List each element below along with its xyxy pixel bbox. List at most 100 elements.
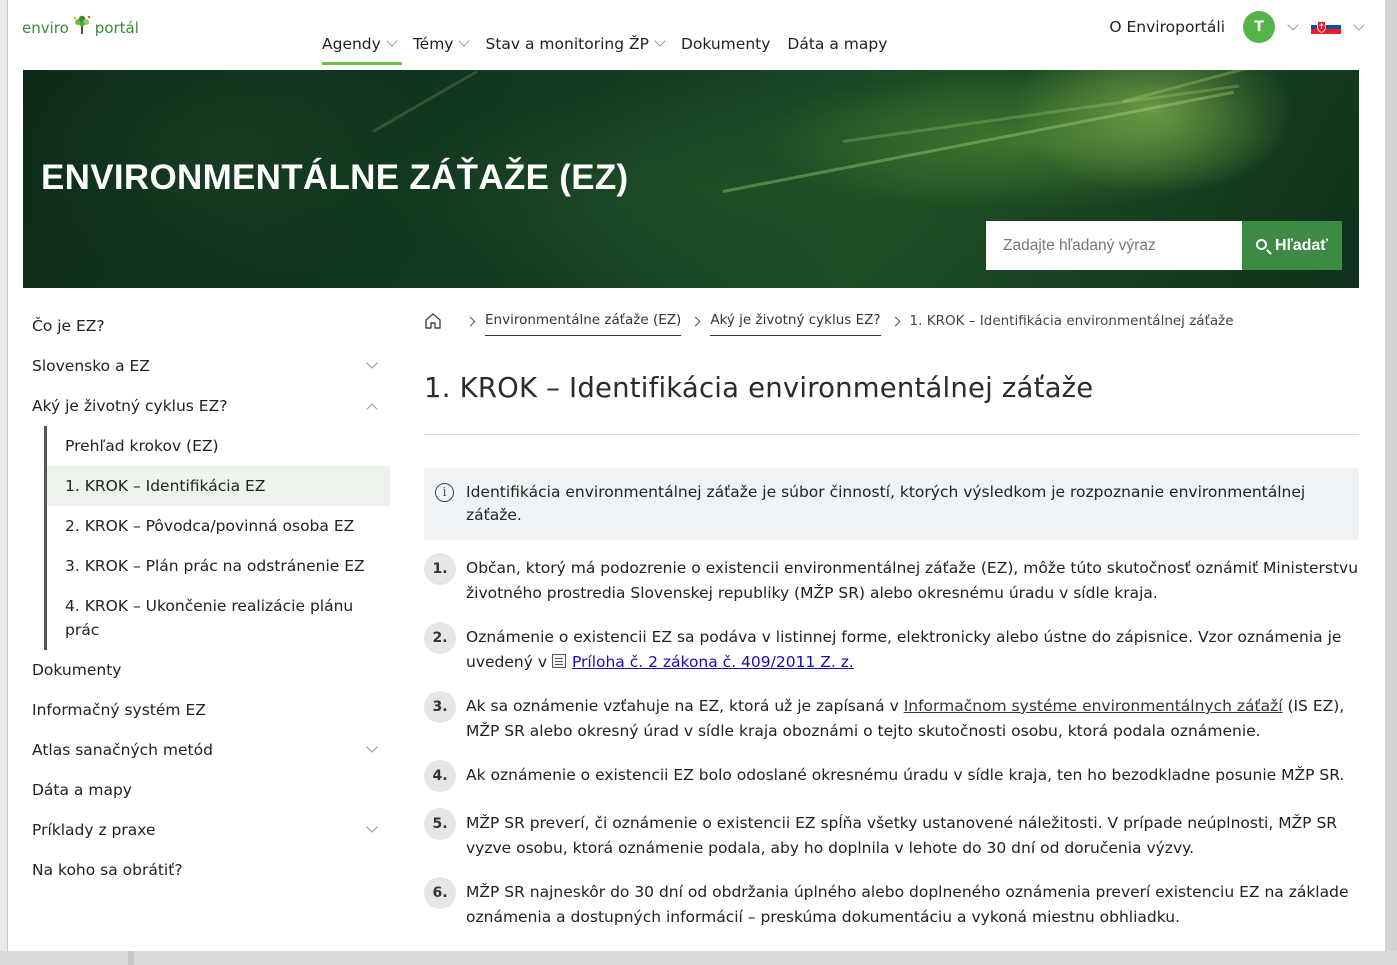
step-number: 3. bbox=[424, 691, 456, 723]
logo-text: portál bbox=[94, 19, 139, 37]
sidebar-item-zivotny-cyklus[interactable]: Aký je životný cyklus EZ? bbox=[23, 386, 390, 426]
sidebar-subitem-krok-1[interactable]: 1. KROK – Identifikácia EZ bbox=[47, 466, 390, 506]
chevron-right-icon bbox=[690, 316, 701, 326]
tree-logo-icon bbox=[73, 15, 91, 34]
header-right: O Enviroportáli T bbox=[1109, 10, 1365, 44]
sidebar-item-label: Slovensko a EZ bbox=[32, 357, 150, 375]
sidebar-item-atlas[interactable]: Atlas sanačných metód bbox=[23, 730, 390, 770]
search-button[interactable]: Hľadať bbox=[1242, 221, 1342, 270]
home-icon[interactable] bbox=[424, 312, 442, 330]
nav-label: Agendy bbox=[322, 34, 381, 53]
sidebar-sublist: Prehľad krokov (EZ) 1. KROK – Identifiká… bbox=[44, 426, 390, 650]
sidebar-item-na-koho[interactable]: Na koho sa obrátiť? bbox=[23, 850, 390, 890]
sidebar-item-label: Na koho sa obrátiť? bbox=[32, 861, 183, 879]
step-text: MŽP SR najneskôr do 30 dní od obdržania … bbox=[466, 883, 1349, 926]
nav-stav-monitoring[interactable]: Stav a monitoring ŽP bbox=[485, 0, 666, 70]
chevron-right-icon bbox=[890, 316, 900, 326]
chevron-down-icon bbox=[458, 34, 471, 47]
search-input[interactable] bbox=[986, 221, 1242, 270]
info-icon: i bbox=[435, 483, 454, 502]
about-link[interactable]: O Enviroportáli bbox=[1109, 18, 1225, 36]
user-avatar[interactable]: T bbox=[1243, 11, 1275, 43]
sidebar-item-label: Príklady z praxe bbox=[32, 821, 156, 839]
breadcrumb-link[interactable]: Aký je životný cyklus EZ? bbox=[710, 312, 881, 336]
sidebar-item-label: Čo je EZ? bbox=[32, 317, 105, 335]
sidebar-subitem-krok-4[interactable]: 4. KROK – Ukončenie realizácie plánu prá… bbox=[47, 586, 390, 650]
slovak-flag-icon[interactable] bbox=[1311, 20, 1341, 34]
chevron-down-icon[interactable] bbox=[366, 821, 378, 833]
breadcrumb: Environmentálne záťaže (EZ) Aký je život… bbox=[424, 306, 1359, 336]
list-item: 6. MŽP SR najneskôr do 30 dní od obdržan… bbox=[424, 877, 1359, 930]
sidebar-subitem-prehlad[interactable]: Prehľad krokov (EZ) bbox=[47, 426, 390, 466]
priloha-link[interactable]: Príloha č. 2 zákona č. 409/2011 Z. z. bbox=[572, 653, 854, 671]
list-item: 1. Občan, ktorý má podozrenie o existenc… bbox=[424, 553, 1359, 606]
chevron-down-icon bbox=[386, 34, 398, 47]
sidebar-item-informacny-system[interactable]: Informačný systém EZ bbox=[23, 690, 390, 730]
step-text: Občan, ktorý má podozrenie o existencii … bbox=[466, 559, 1359, 602]
nav-label: Dokumenty bbox=[680, 34, 771, 53]
nav-label: Stav a monitoring ŽP bbox=[485, 34, 649, 53]
chevron-down-icon[interactable] bbox=[1287, 19, 1299, 31]
breadcrumb-link[interactable]: Environmentálne záťaže (EZ) bbox=[485, 312, 682, 336]
main-nav: Agendy Témy Stav a monitoring ŽP Dokumen… bbox=[322, 0, 904, 70]
search-icon bbox=[1256, 239, 1268, 250]
step-number: 6. bbox=[424, 877, 456, 909]
step-text: Oznámenie o existencii EZ sa podáva v li… bbox=[466, 625, 1359, 675]
site-header: enviro portál Agendy Témy Stav a monitor… bbox=[8, 0, 1385, 70]
step-number: 4. bbox=[424, 760, 456, 792]
enviroportal-logo[interactable]: enviro portál bbox=[22, 15, 139, 39]
document-icon bbox=[551, 654, 566, 668]
sidebar-nav: Čo je EZ? Slovensko a EZ Aký je životný … bbox=[23, 306, 390, 890]
window-right-edge bbox=[1385, 0, 1397, 965]
hero-banner: ENVIRONMENTÁLNE ZÁŤAŽE (EZ) Hľadať bbox=[23, 70, 1359, 288]
breadcrumb-current: 1. KROK – Identifikácia environmentálnej… bbox=[909, 313, 1234, 329]
sidebar-item-label: Dokumenty bbox=[32, 661, 122, 679]
sidebar-item-data-mapy[interactable]: Dáta a mapy bbox=[23, 770, 390, 810]
sidebar-item-label: Informačný systém EZ bbox=[32, 701, 206, 719]
sidebar-item-co-je-ez[interactable]: Čo je EZ? bbox=[23, 306, 390, 346]
sidebar-subitem-krok-3[interactable]: 3. KROK – Plán prác na odstránenie EZ bbox=[47, 546, 390, 586]
is-ez-link[interactable]: Informačnom systéme environmentálnych zá… bbox=[904, 697, 1283, 715]
chevron-down-icon[interactable] bbox=[366, 357, 378, 369]
sidebar-subitem-krok-2[interactable]: 2. KROK – Pôvodca/povinná osoba EZ bbox=[47, 506, 390, 546]
sidebar-item-priklady[interactable]: Príklady z praxe bbox=[23, 810, 390, 850]
hero-title: ENVIRONMENTÁLNE ZÁŤAŽE (EZ) bbox=[41, 158, 629, 197]
sidebar-item-dokumenty[interactable]: Dokumenty bbox=[23, 650, 390, 690]
page: enviro portál Agendy Témy Stav a monitor… bbox=[8, 0, 1385, 951]
list-item: 2. Oznámenie o existencii EZ sa podáva v… bbox=[424, 622, 1359, 675]
list-item: 5. MŽP SR preverí, či oznámenie o existe… bbox=[424, 808, 1359, 861]
chevron-down-icon[interactable] bbox=[1353, 19, 1365, 31]
steps-list: 1. Občan, ktorý má podozrenie o existenc… bbox=[424, 553, 1359, 930]
step-text-part: Ak sa oznámenie vzťahuje na EZ, ktorá už… bbox=[466, 697, 904, 715]
nav-agendy[interactable]: Agendy bbox=[322, 0, 402, 70]
sidebar-item-label: Dáta a mapy bbox=[32, 781, 132, 799]
step-number: 2. bbox=[424, 622, 456, 654]
step-text: Ak oznámenie o existencii EZ bolo odosla… bbox=[466, 766, 1345, 784]
nav-temy[interactable]: Témy bbox=[412, 0, 471, 70]
list-item: 3. Ak sa oznámenie vzťahuje na EZ, ktorá… bbox=[424, 691, 1359, 744]
chevron-up-icon[interactable] bbox=[366, 403, 378, 415]
nav-label: Dáta a mapy bbox=[787, 34, 888, 53]
sidebar-item-label: Aký je životný cyklus EZ? bbox=[32, 397, 228, 415]
step-number: 5. bbox=[424, 808, 456, 840]
info-callout: i Identifikácia environmentálnej záťaže … bbox=[424, 468, 1359, 540]
step-text: Ak sa oznámenie vzťahuje na EZ, ktorá už… bbox=[466, 694, 1359, 744]
sidebar-item-slovensko-ez[interactable]: Slovensko a EZ bbox=[23, 346, 390, 386]
nav-dokumenty[interactable]: Dokumenty bbox=[681, 0, 770, 70]
nav-label: Témy bbox=[412, 34, 454, 53]
list-item: 4. Ak oznámenie o existencii EZ bolo odo… bbox=[424, 760, 1359, 792]
sidebar-item-label: Atlas sanačných metód bbox=[32, 741, 213, 759]
window-left-edge bbox=[0, 0, 8, 965]
window-bottom-edge bbox=[0, 951, 1397, 965]
info-text: Identifikácia environmentálnej záťaže je… bbox=[466, 483, 1306, 524]
divider bbox=[424, 434, 1359, 435]
search-button-label: Hľadať bbox=[1275, 236, 1328, 254]
chevron-right-icon bbox=[465, 316, 476, 326]
step-number: 1. bbox=[424, 553, 456, 585]
chevron-down-icon bbox=[654, 34, 666, 47]
nav-data-mapy[interactable]: Dáta a mapy bbox=[787, 0, 887, 70]
page-title: 1. KROK – Identifikácia environmentálnej… bbox=[424, 372, 1094, 404]
logo-text: enviro bbox=[22, 19, 69, 37]
main-content: Environmentálne záťaže (EZ) Aký je život… bbox=[424, 306, 1359, 949]
chevron-down-icon[interactable] bbox=[366, 741, 378, 753]
